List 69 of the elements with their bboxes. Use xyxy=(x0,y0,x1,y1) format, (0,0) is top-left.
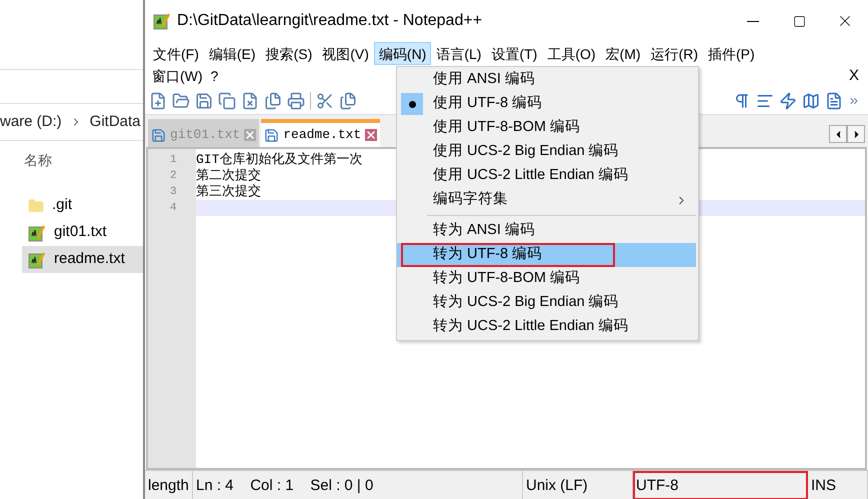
scroll-right-button[interactable] xyxy=(847,125,865,143)
save-icon xyxy=(151,128,166,142)
menu-item[interactable]: 设置(T) xyxy=(486,42,542,65)
folder-icon xyxy=(28,198,44,214)
code-line: 第二次提交 xyxy=(196,168,261,184)
minimize-icon xyxy=(747,20,759,22)
menu-item[interactable]: 编码(N) xyxy=(374,42,432,65)
file-item[interactable]: readme.txt xyxy=(22,246,143,273)
line-number: 2 xyxy=(169,169,178,184)
menu-item[interactable]: 插件(P) xyxy=(703,42,760,65)
menu-option[interactable]: 编码字符集 xyxy=(397,188,696,212)
menu-option[interactable]: 转为 UCS-2 Big Endian 编码 xyxy=(397,291,696,315)
menu-item[interactable]: 窗口(W) xyxy=(148,66,207,87)
menu-item[interactable]: 运行(R) xyxy=(646,42,704,65)
save-icon[interactable] xyxy=(195,92,213,110)
breadcrumb-item[interactable]: GitData xyxy=(90,110,141,134)
line-number: 1 xyxy=(169,153,178,168)
status-field: length xyxy=(145,470,193,499)
menu-option[interactable]: 转为 ANSI 编码 xyxy=(397,219,696,243)
line-number: 3 xyxy=(169,185,178,200)
more-icon[interactable] xyxy=(848,95,860,107)
menu-item[interactable]: 编辑(E) xyxy=(204,42,261,65)
menu-option[interactable]: 使用 ANSI 编码 xyxy=(397,68,696,92)
save-icon xyxy=(264,128,280,142)
new-file-icon[interactable] xyxy=(149,92,167,110)
notepad-file-icon xyxy=(28,250,46,268)
document-icon[interactable] xyxy=(825,92,843,110)
map-icon[interactable] xyxy=(802,92,820,110)
menu-option[interactable]: 使用 UCS-2 Big Endian 编码 xyxy=(397,140,696,164)
window-title: D:\GitData\learngit\readme.txt - Notepad++ xyxy=(177,11,484,31)
print-icon[interactable] xyxy=(287,92,305,110)
code-line: 第三次提交 xyxy=(196,184,261,200)
status-field: UTF-8 xyxy=(633,470,808,499)
menu-item[interactable]: 视图(V) xyxy=(317,42,374,65)
close-icon[interactable] xyxy=(365,129,378,141)
menu-item[interactable]: 文件(F) xyxy=(148,42,204,65)
menu-option[interactable]: 使用 UTF-8 编码 xyxy=(397,92,696,116)
code-line: GIT仓库初始化及文件第一次 xyxy=(196,152,362,168)
menu-item[interactable]: 工具(O) xyxy=(542,42,601,65)
breadcrumb-item[interactable]: ware (D:) xyxy=(0,110,62,134)
lightning-icon[interactable] xyxy=(779,92,797,110)
close-document-button[interactable]: X xyxy=(842,65,865,88)
menu-item[interactable]: 宏(M) xyxy=(600,42,646,65)
file-item[interactable]: git01.txt xyxy=(22,219,143,246)
status-field: Ln : 4 Col : 1 Sel : 0 | 0 xyxy=(193,470,523,499)
copy-icon[interactable] xyxy=(339,92,357,110)
line-number: 4 xyxy=(169,201,178,216)
menu-option[interactable]: 转为 UTF-8 编码 xyxy=(397,243,696,267)
maximize-icon xyxy=(792,14,806,28)
menu-item[interactable]: 语言(L) xyxy=(431,42,486,65)
notepad-file-icon xyxy=(153,12,171,30)
status-field: Unix (LF) xyxy=(523,470,633,499)
menu-item[interactable]: 搜索(S) xyxy=(260,42,318,65)
scroll-left-button[interactable] xyxy=(829,125,847,143)
file-item[interactable]: .git xyxy=(22,192,143,219)
document-tab[interactable]: readme.txt xyxy=(261,119,380,147)
menu-option[interactable]: 使用 UTF-8-BOM 编码 xyxy=(397,116,696,140)
menu-item[interactable]: ? xyxy=(206,66,222,87)
menu-option[interactable]: 转为 UCS-2 Little Endian 编码 xyxy=(397,315,696,339)
close-icon[interactable] xyxy=(244,129,256,141)
column-header[interactable]: 名称 xyxy=(24,150,52,171)
menu-option[interactable]: 转为 UTF-8-BOM 编码 xyxy=(397,267,696,291)
cut-icon[interactable] xyxy=(316,92,334,110)
menu-option[interactable]: 使用 UCS-2 Little Endian 编码 xyxy=(397,164,696,188)
notepad-file-icon xyxy=(28,224,46,242)
close-file-icon[interactable] xyxy=(241,92,259,110)
pilcrow-icon[interactable] xyxy=(733,92,751,110)
folder-icon[interactable] xyxy=(172,92,190,110)
status-field: INS xyxy=(808,470,868,499)
